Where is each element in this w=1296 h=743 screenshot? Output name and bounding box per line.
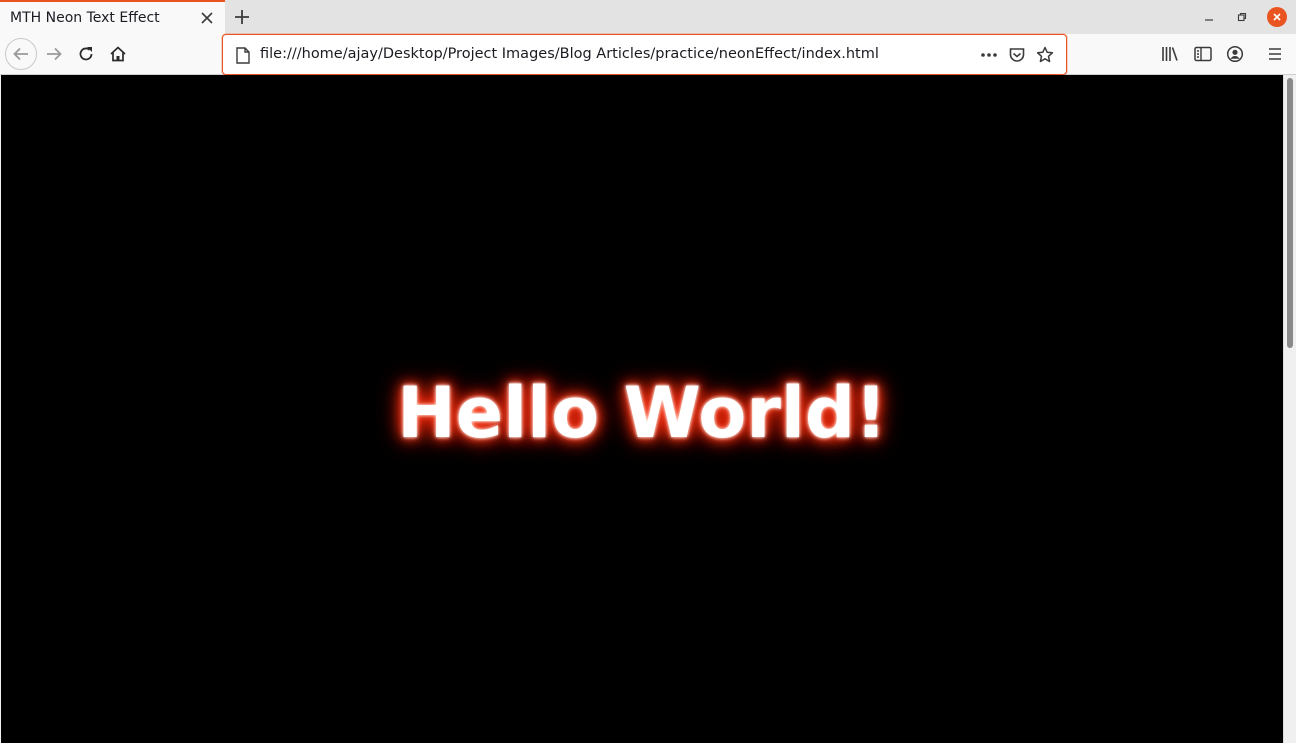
page-content: Hello World! — [1, 75, 1283, 743]
page-icon — [235, 46, 251, 64]
restore-icon[interactable] — [1231, 6, 1253, 28]
url-bar[interactable]: file:///home/ajay/Desktop/Project Images… — [222, 34, 1067, 75]
vertical-scrollbar[interactable] — [1283, 75, 1296, 743]
neon-heading: Hello World! — [397, 372, 887, 454]
url-input[interactable]: file:///home/ajay/Desktop/Project Images… — [260, 46, 879, 62]
window-close-button[interactable] — [1266, 6, 1288, 28]
star-icon[interactable] — [1034, 44, 1056, 66]
library-icon[interactable] — [1159, 43, 1181, 65]
home-icon[interactable] — [102, 38, 134, 70]
close-icon — [1267, 7, 1287, 27]
sidebar-icon[interactable] — [1192, 43, 1214, 65]
tab-active[interactable]: MTH Neon Text Effect — [0, 0, 225, 34]
tab-title: MTH Neon Text Effect — [10, 10, 160, 26]
pocket-icon[interactable] — [1006, 44, 1028, 66]
account-icon[interactable] — [1224, 43, 1246, 65]
reload-icon[interactable] — [70, 38, 102, 70]
arrow-right-icon[interactable] — [38, 38, 70, 70]
arrow-left-icon[interactable] — [5, 38, 37, 70]
tab-strip: MTH Neon Text Effect — [0, 0, 1296, 34]
hamburger-menu-icon[interactable] — [1264, 43, 1286, 65]
close-icon[interactable] — [197, 8, 217, 28]
browser-window: MTH Neon Text Effect file:///home/ajay/D… — [0, 0, 1296, 743]
minimize-icon[interactable] — [1198, 6, 1220, 28]
plus-icon[interactable] — [229, 4, 255, 30]
scrollbar-thumb[interactable] — [1287, 78, 1293, 348]
nav-toolbar: file:///home/ajay/Desktop/Project Images… — [0, 34, 1296, 75]
ellipsis-icon[interactable] — [978, 44, 1000, 66]
